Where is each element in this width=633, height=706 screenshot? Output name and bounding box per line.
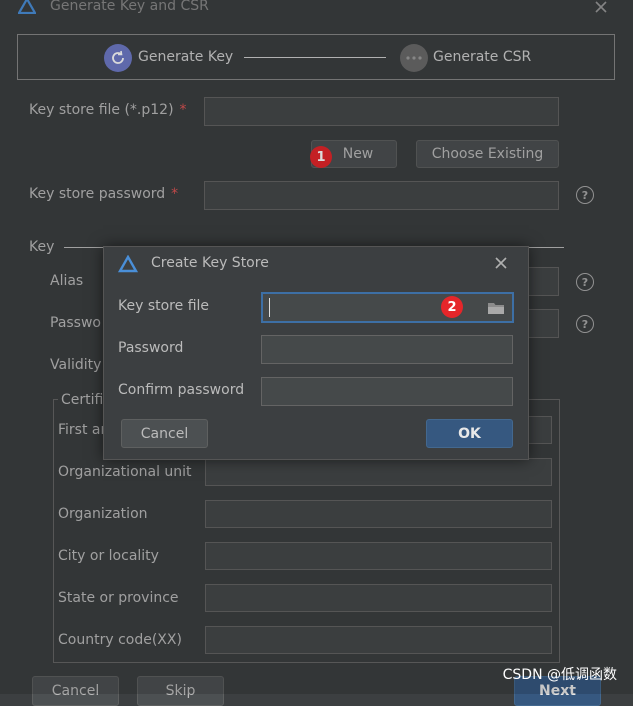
text-cursor (269, 298, 270, 317)
dialog-key-store-file-input[interactable] (261, 292, 514, 323)
close-icon[interactable] (494, 256, 508, 270)
dialog-password-input[interactable] (261, 335, 513, 364)
dialog-cancel-button[interactable]: Cancel (121, 419, 208, 448)
dialog-confirm-password-label: Confirm password (118, 382, 245, 398)
dialog-ok-button[interactable]: OK (426, 419, 513, 448)
watermark: CSDN @低调函数 (502, 667, 617, 683)
dialog-password-label: Password (118, 340, 184, 356)
annotation-badge-2: 2 (441, 296, 463, 318)
folder-icon[interactable] (487, 301, 505, 315)
dialog-confirm-password-input[interactable] (261, 377, 513, 406)
app-logo-icon (118, 255, 138, 273)
dialog-ok-button-label: OK (458, 425, 481, 442)
dialog-title: Create Key Store (151, 255, 269, 271)
dialog-cancel-button-label: Cancel (140, 425, 189, 442)
create-key-store-dialog: Create Key Store Key store file 2 Passwo… (103, 246, 529, 460)
dialog-key-store-file-label: Key store file (118, 298, 210, 314)
